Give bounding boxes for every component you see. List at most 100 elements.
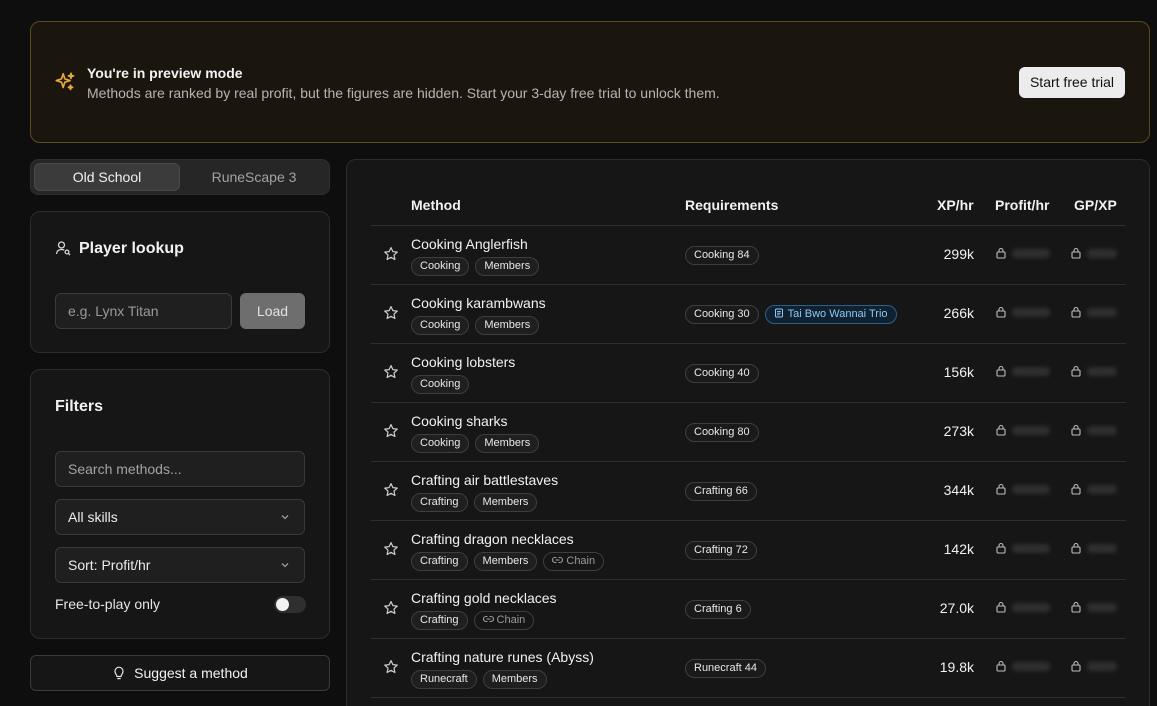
link-icon <box>482 615 494 623</box>
method-tags: Crafting Chain <box>411 611 535 630</box>
lock-icon <box>996 247 1006 259</box>
method-name[interactable]: Crafting gold necklaces <box>411 590 557 606</box>
table-row[interactable]: Cooking karambwans Cooking Members Cooking … <box>371 285 1126 344</box>
lock-icon <box>996 660 1006 672</box>
quest-requirement-badge[interactable]: Tai Bwo Wannai Trio <box>764 305 897 324</box>
lock-icon <box>1071 660 1081 672</box>
filters-card: Filters Search methods... All skills Sor… <box>30 369 330 639</box>
table-row[interactable]: Cooking Anglerfish Cooking Members Cooking … <box>371 226 1126 285</box>
player-name-input[interactable]: e.g. Lynx Titan <box>55 293 232 329</box>
chevron-down-icon <box>281 563 289 568</box>
free-to-play-toggle[interactable] <box>274 596 306 613</box>
header-gp-xp[interactable]: GP/XP <box>1074 197 1117 213</box>
tag-badge: Crafting <box>411 611 468 630</box>
hidden-gp-xp-value <box>1087 249 1117 258</box>
requirement-badge: Cooking 80 <box>685 423 759 442</box>
chain-label: Chain <box>566 555 596 567</box>
xp-per-hour: 266k <box>943 305 974 321</box>
requirement-badge: Crafting 66 <box>685 482 757 501</box>
hidden-gp-xp-value <box>1087 603 1117 612</box>
toggle-knob <box>276 598 289 611</box>
hidden-profit-value <box>1012 603 1050 612</box>
row-divider <box>371 697 1126 698</box>
link-icon <box>552 556 564 564</box>
skill-select-value: All skills <box>68 509 118 525</box>
tag-badge: Crafting <box>411 493 468 512</box>
table-row[interactable]: Crafting dragon necklaces Crafting Members… <box>371 521 1126 580</box>
method-name[interactable]: Cooking lobsters <box>411 354 515 370</box>
header-profit-hr[interactable]: Profit/hr <box>995 197 1049 213</box>
xp-per-hour: 19.8k <box>939 659 974 675</box>
load-button[interactable]: Load <box>240 293 305 329</box>
banner-title: You're in preview mode <box>87 65 243 81</box>
method-name[interactable]: Crafting dragon necklaces <box>411 531 574 547</box>
table-row[interactable]: Crafting gold necklaces Crafting Chain Craf… <box>371 580 1126 639</box>
method-name[interactable]: Crafting nature runes (Abyss) <box>411 649 594 665</box>
lock-icon <box>1071 424 1081 436</box>
requirements: Crafting 72 <box>685 541 757 560</box>
table-row[interactable]: Cooking lobsters Cooking Cooking 40 156k <box>371 344 1126 403</box>
requirement-badge: Runecraft 44 <box>685 659 766 678</box>
lock-icon <box>1071 483 1081 495</box>
hidden-gp-xp-value <box>1087 485 1117 494</box>
lock-icon <box>996 365 1006 377</box>
lock-icon <box>996 601 1006 613</box>
tag-badge: Cooking <box>411 257 470 276</box>
requirements: Cooking 84 <box>685 246 759 265</box>
skill-select[interactable]: All skills <box>55 499 305 535</box>
method-tags: Cooking Members <box>411 434 540 453</box>
star-icon[interactable] <box>383 246 399 262</box>
header-xp-hr[interactable]: XP/hr <box>937 197 974 213</box>
hidden-profit-value <box>1012 426 1050 435</box>
suggest-method-button[interactable]: Suggest a method <box>30 655 330 691</box>
tag-badge: Members <box>473 552 538 571</box>
xp-per-hour: 299k <box>943 246 974 262</box>
banner-description: Methods are ranked by real profit, but t… <box>87 85 720 101</box>
method-name[interactable]: Cooking sharks <box>411 413 508 429</box>
xp-per-hour: 142k <box>943 541 974 557</box>
lightbulb-icon <box>114 666 124 680</box>
tab-runescape-3[interactable]: RuneScape 3 <box>181 163 327 191</box>
start-free-trial-button[interactable]: Start free trial <box>1018 67 1125 98</box>
table-row[interactable]: Cooking sharks Cooking Members Cooking 80 27… <box>371 403 1126 462</box>
sparkles-icon <box>55 72 75 91</box>
table-row[interactable]: Crafting air battlestaves Crafting Members… <box>371 462 1126 521</box>
method-name[interactable]: Cooking karambwans <box>411 295 546 311</box>
star-icon[interactable] <box>383 423 399 439</box>
method-tags: Cooking <box>411 375 470 394</box>
header-method[interactable]: Method <box>411 197 461 213</box>
search-methods-input[interactable]: Search methods... <box>55 451 305 487</box>
lock-icon <box>1071 601 1081 613</box>
star-icon[interactable] <box>383 305 399 321</box>
chevron-down-icon <box>281 515 289 520</box>
star-icon[interactable] <box>383 600 399 616</box>
method-tags: Runecraft Members <box>411 670 547 689</box>
requirements: Crafting 6 <box>685 600 751 619</box>
method-name[interactable]: Cooking Anglerfish <box>411 236 528 252</box>
table-row[interactable]: Crafting nature runes (Abyss) Runecraft Me… <box>371 639 1126 698</box>
hidden-profit-value <box>1012 544 1050 553</box>
star-icon[interactable] <box>383 541 399 557</box>
star-icon[interactable] <box>383 659 399 675</box>
star-icon[interactable] <box>383 364 399 380</box>
hidden-gp-xp-value <box>1087 544 1117 553</box>
hidden-profit-value <box>1012 249 1050 258</box>
free-to-play-label: Free-to-play only <box>55 596 161 612</box>
requirement-badge: Crafting 72 <box>685 541 757 560</box>
method-tags: Cooking Members <box>411 316 540 335</box>
methods-table: Method Requirements XP/hr Profit/hr GP/X… <box>346 159 1150 706</box>
user-search-icon <box>55 241 71 256</box>
lock-icon <box>996 483 1006 495</box>
requirements: Cooking 40 <box>685 364 759 383</box>
chain-label: Chain <box>496 614 526 626</box>
sort-select-value: Sort: Profit/hr <box>68 557 151 573</box>
tab-old-school[interactable]: Old School <box>34 163 180 191</box>
requirements: Crafting 66 <box>685 482 757 501</box>
lock-icon <box>1071 542 1081 554</box>
tag-badge: Cooking <box>411 316 470 335</box>
method-name[interactable]: Crafting air battlestaves <box>411 472 558 488</box>
lock-icon <box>1071 247 1081 259</box>
sort-select[interactable]: Sort: Profit/hr <box>55 547 305 583</box>
tag-badge: Cooking <box>411 434 470 453</box>
star-icon[interactable] <box>383 482 399 498</box>
